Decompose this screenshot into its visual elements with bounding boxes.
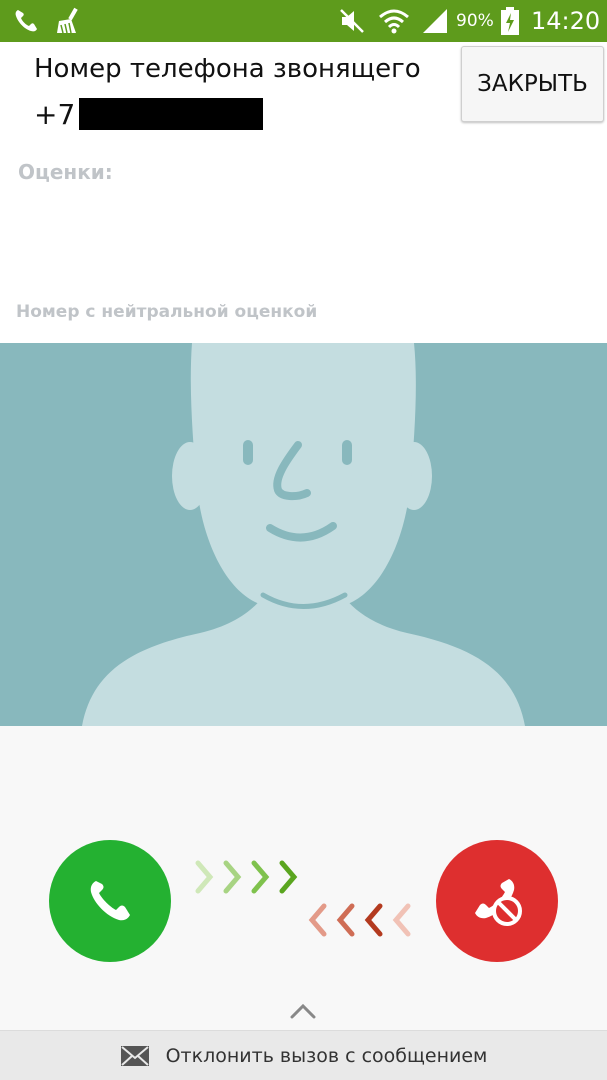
mute-icon xyxy=(340,9,364,33)
accept-call-button[interactable] xyxy=(49,840,171,962)
caller-title: Номер телефона звонящего xyxy=(34,54,421,84)
ratings-label: Оценки: xyxy=(18,160,113,184)
status-bar: 90% 14:20 xyxy=(0,0,607,42)
phone-answer-icon xyxy=(90,881,130,921)
caller-info-panel: Номер телефона звонящего +7 ЗАКРЫТЬ Оцен… xyxy=(0,42,607,343)
battery-percent: 90% xyxy=(456,11,494,31)
swipe-left-arrows xyxy=(308,903,411,937)
signal-icon xyxy=(423,9,447,33)
contact-photo xyxy=(0,343,607,726)
swipe-right-arrows xyxy=(195,860,298,894)
contact-silhouette-icon xyxy=(82,343,525,726)
cleaner-icon xyxy=(57,7,78,34)
status-time: 14:20 xyxy=(531,7,601,35)
caller-number-prefix: +7 xyxy=(34,97,76,131)
phone-icon xyxy=(15,10,37,32)
wifi-icon xyxy=(379,9,409,34)
caller-number: +7 xyxy=(34,96,264,132)
phone-reject-icon xyxy=(475,879,522,926)
number-redaction xyxy=(79,98,264,130)
close-button[interactable]: ЗАКРЫТЬ xyxy=(461,46,604,122)
reject-with-message-label: Отклонить вызов с сообщением xyxy=(165,1044,488,1067)
reject-with-message-bar[interactable]: Отклонить вызов с сообщением xyxy=(0,1030,607,1080)
envelope-icon xyxy=(120,1045,149,1066)
rating-status: Номер с нейтральной оценкой xyxy=(16,302,318,322)
battery-charging-icon xyxy=(501,7,519,35)
reject-call-button[interactable] xyxy=(436,840,558,962)
chevron-up-icon[interactable] xyxy=(289,1002,317,1020)
call-controls xyxy=(0,726,607,1030)
